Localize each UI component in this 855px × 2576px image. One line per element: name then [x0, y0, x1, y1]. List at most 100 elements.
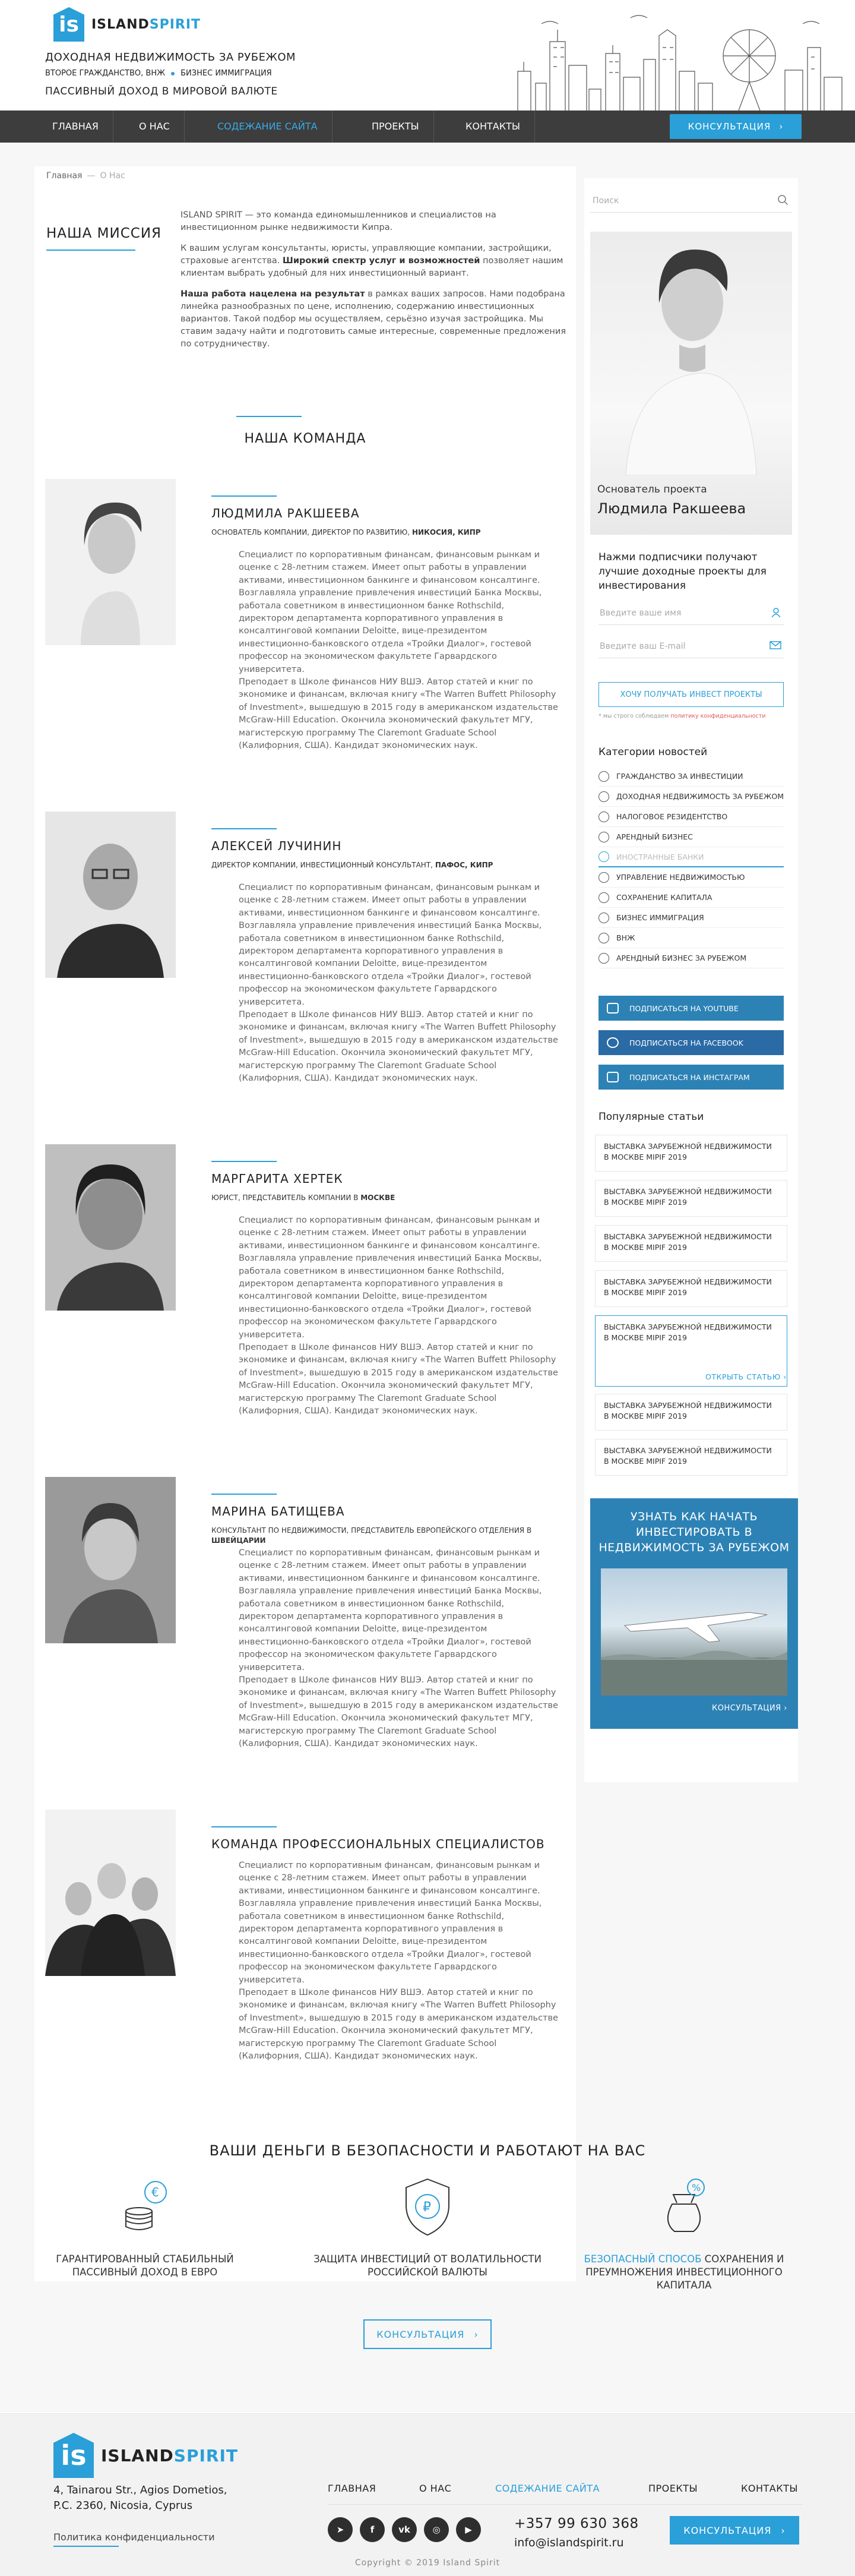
- member-bio: Специалист по корпоративным финансам, фи…: [239, 1861, 558, 2062]
- search-icon[interactable]: [778, 195, 788, 206]
- accent-line: [211, 1494, 277, 1495]
- popular-article[interactable]: ВЫСТАВКА ЗАРУБЕЖНОЙ НЕДВИЖИМОСТИ В МОСКВ…: [595, 1439, 787, 1476]
- member-role: ДИРЕКТОР КОМПАНИИ, ИНВЕСТИЦИОННЫЙ КОНСУЛ…: [211, 860, 544, 870]
- member-location: ПАФОС, КИПР: [435, 861, 493, 869]
- category-item[interactable]: БИЗНЕС ИММИГРАЦИЯ: [598, 908, 784, 928]
- footer-divider: [328, 2504, 803, 2505]
- category-item[interactable]: СОХРАНЕНИЕ КАПИТАЛА: [598, 888, 784, 908]
- accent-line: [211, 1826, 277, 1827]
- telegram-icon[interactable]: ➤: [328, 2517, 353, 2542]
- facebook-subscribe-button[interactable]: ПОДПИСАТЬСЯ НА FACEBOOK: [598, 1030, 784, 1055]
- member-name: МАРИНА БАТИЩЕВА: [211, 1504, 345, 1519]
- category-item[interactable]: ГРАЖДАНСТВО ЗА ИНВЕСТИЦИИ: [598, 766, 784, 787]
- category-item[interactable]: АРЕНДНЫЙ БИЗНЕС: [598, 827, 784, 847]
- breadcrumb-home[interactable]: Главная: [46, 171, 82, 181]
- svg-text:€: €: [151, 2185, 159, 2199]
- instagram-subscribe-button[interactable]: ПОДПИСАТЬСЯ НА ИНСТАГРАМ: [598, 1065, 784, 1090]
- airplane-image: [601, 1568, 787, 1696]
- open-article-label: ОТКРЫТЬ СТАТЬЮ: [705, 1372, 781, 1381]
- popular-article[interactable]: ВЫСТАВКА ЗАРУБЕЖНОЙ НЕДВИЖИМОСТИ В МОСКВ…: [595, 1135, 787, 1172]
- category-label: УПРАВЛЕНИЕ НЕДВИЖИМОСТЬЮ: [616, 873, 745, 882]
- mission-paragraph-2: К вашим услугам консультанты, юристы, уп…: [180, 242, 572, 280]
- founder-photo: [625, 250, 757, 476]
- privacy-note-link[interactable]: политику конфиденциальности: [670, 713, 765, 719]
- promo-consultation-link[interactable]: КОНСУЛЬТАЦИЯ ›: [712, 1704, 787, 1713]
- logo-word-island: ISLAND: [101, 2445, 174, 2465]
- nav-about[interactable]: О НАС: [125, 111, 185, 143]
- coins-icon: [598, 892, 609, 903]
- passport-icon: [598, 932, 609, 943]
- logo-word-spirit: SPIRIT: [173, 2445, 238, 2465]
- chevron-right-icon: ›: [783, 1372, 787, 1381]
- footer-nav-projects[interactable]: ПРОЕКТЫ: [648, 2483, 698, 2494]
- page: is ISLANDSPIRIT ДОХОДНАЯ НЕДВИЖИМОСТЬ ЗА…: [0, 0, 855, 2576]
- nav-site-content[interactable]: СОДЕЖАНИЕ САЙТА: [203, 111, 332, 143]
- member-name: АЛЕКСЕЙ ЛУЧИНИН: [211, 839, 342, 853]
- popular-article[interactable]: ВЫСТАВКА ЗАРУБЕЖНОЙ НЕДВИЖИМОСТИ В МОСКВ…: [595, 1270, 787, 1307]
- chevron-right-icon: ›: [784, 1704, 787, 1713]
- category-item[interactable]: ДОХОДНАЯ НЕДВИЖИМОСТЬ ЗА РУБЕЖОМ: [598, 787, 784, 807]
- category-item-selected[interactable]: ИНОСТРАННЫЕ БАНКИ: [598, 847, 784, 867]
- promo-consultation-label: КОНСУЛЬТАЦИЯ: [712, 1704, 781, 1713]
- money-bag-percent-icon: %: [667, 2179, 705, 2232]
- search-input[interactable]: Поиск: [590, 189, 792, 213]
- category-item[interactable]: ВНЖ: [598, 928, 784, 948]
- nav-home[interactable]: ГЛАВНАЯ: [38, 111, 113, 143]
- safety-consultation-button[interactable]: КОНСУЛЬТАЦИЯ ›: [363, 2319, 492, 2349]
- main-nav: ГЛАВНАЯ О НАС СОДЕЖАНИЕ САЙТА ПРОЕКТЫ КО…: [0, 111, 855, 143]
- footer-nav-site-content[interactable]: СОДЕЖАНИЕ САЙТА: [495, 2483, 600, 2494]
- logo-word-spirit: SPIRIT: [149, 17, 201, 32]
- category-item[interactable]: АРЕНДНЫЙ БИЗНЕС ЗА РУБЕЖОМ: [598, 948, 784, 968]
- vk-icon[interactable]: vk: [392, 2517, 417, 2542]
- nav-projects[interactable]: ПРОЕКТЫ: [357, 111, 434, 143]
- accent-line: [211, 1161, 277, 1162]
- popular-articles-heading: Популярные статьи: [598, 1111, 704, 1123]
- mission-paragraph-3: Наша работа нацелена на результат в рамк…: [180, 288, 572, 351]
- promo-banner[interactable]: УЗНАТЬ КАК НАЧАТЬ ИНВЕСТИРОВАТЬ В НЕДВИЖ…: [590, 1498, 798, 1729]
- instagram-icon[interactable]: ◎: [424, 2517, 449, 2542]
- popular-article[interactable]: ВЫСТАВКА ЗАРУБЕЖНОЙ НЕДВИЖИМОСТИ В МОСКВ…: [595, 1394, 787, 1431]
- privacy-policy-link[interactable]: Политика конфиденциальности: [53, 2531, 215, 2547]
- feature-text: ЗАЩИТА ИНВЕСТИЦИЙ ОТ ВОЛАТИЛЬНОСТИ РОССИ…: [314, 2253, 542, 2278]
- footer-email[interactable]: info@islandspirit.ru: [514, 2536, 624, 2549]
- subscribe-button[interactable]: ХОЧУ ПОЛУЧАТЬ ИНВЕСТ ПРОЕКТЫ: [598, 682, 784, 707]
- footer-nav-contacts[interactable]: КОНТАКТЫ: [741, 2483, 798, 2494]
- popular-article[interactable]: ВЫСТАВКА ЗАРУБЕЖНОЙ НЕДВИЖИМОСТИ В МОСКВ…: [595, 1225, 787, 1262]
- mail-icon: [770, 641, 781, 649]
- founder-card[interactable]: Основатель проекта Людмила Ракшеева: [590, 232, 792, 535]
- member-location: НИКОСИЯ, КИПР: [411, 528, 481, 536]
- footer-logo[interactable]: is ISLANDSPIRIT: [53, 2433, 238, 2478]
- city-skyline-illustration: [517, 15, 843, 111]
- footer-nav-home[interactable]: ГЛАВНАЯ: [328, 2483, 376, 2494]
- founder-label: Основатель проекта: [597, 484, 707, 495]
- svg-text:₽: ₽: [423, 2200, 431, 2215]
- name-field[interactable]: Введите ваше имя: [598, 602, 784, 625]
- category-item[interactable]: НАЛОГОВОЕ РЕЗИДЕНТСТВО: [598, 807, 784, 827]
- logo[interactable]: is ISLANDSPIRIT: [53, 7, 201, 42]
- category-item[interactable]: УПРАВЛЕНИЕ НЕДВИЖИМОСТЬЮ: [598, 867, 784, 888]
- dollar-icon: [598, 851, 609, 862]
- nav-consultation-button[interactable]: КОНСУЛЬТАЦИЯ ›: [670, 114, 802, 139]
- facebook-icon[interactable]: f: [360, 2517, 385, 2542]
- breadcrumb-current: О Нас: [100, 171, 125, 181]
- member-name: МАРГАРИТА ХЕРТЕК: [211, 1172, 343, 1186]
- nav-contacts[interactable]: КОНТАКТЫ: [451, 111, 535, 143]
- youtube-icon[interactable]: ▶: [456, 2517, 481, 2542]
- category-label: НАЛОГОВОЕ РЕЗИДЕНТСТВО: [616, 812, 728, 821]
- logo-badge: is: [53, 7, 84, 42]
- youtube-subscribe-button[interactable]: ПОДПИСАТЬСЯ НА YOUTUBE: [598, 996, 784, 1021]
- footer-nav-about[interactable]: О НАС: [419, 2483, 451, 2494]
- category-label: АРЕНДНЫЙ БИЗНЕС: [616, 832, 693, 841]
- instagram-subscribe-label: ПОДПИСАТЬСЯ НА ИНСТАГРАМ: [629, 1072, 750, 1082]
- youtube-subscribe-label: ПОДПИСАТЬСЯ НА YOUTUBE: [629, 1003, 739, 1013]
- footer-consultation-button[interactable]: КОНСУЛЬТАЦИЯ ›: [670, 2516, 799, 2545]
- email-field[interactable]: Введите ваш E-mail: [598, 636, 784, 658]
- footer-phone[interactable]: +357 99 630 368: [514, 2516, 639, 2531]
- mission-p2-bold: Широкий спектр услуг и возможностей: [282, 256, 480, 266]
- open-article-link[interactable]: ОТКРЫТЬ СТАТЬЮ ›: [705, 1372, 787, 1381]
- popular-article[interactable]: ВЫСТАВКА ЗАРУБЕЖНОЙ НЕДВИЖИМОСТИ В МОСКВ…: [595, 1180, 787, 1217]
- promo-title: УЗНАТЬ КАК НАЧАТЬ ИНВЕСТИРОВАТЬ В НЕДВИЖ…: [598, 1510, 790, 1554]
- category-label: БИЗНЕС ИММИГРАЦИЯ: [616, 913, 704, 922]
- feature-currency-protection: ₽ ЗАЩИТА ИНВЕСТИЦИЙ ОТ ВОЛАТИЛЬНОСТИ РОС…: [309, 2174, 546, 2279]
- user-icon: [771, 608, 781, 618]
